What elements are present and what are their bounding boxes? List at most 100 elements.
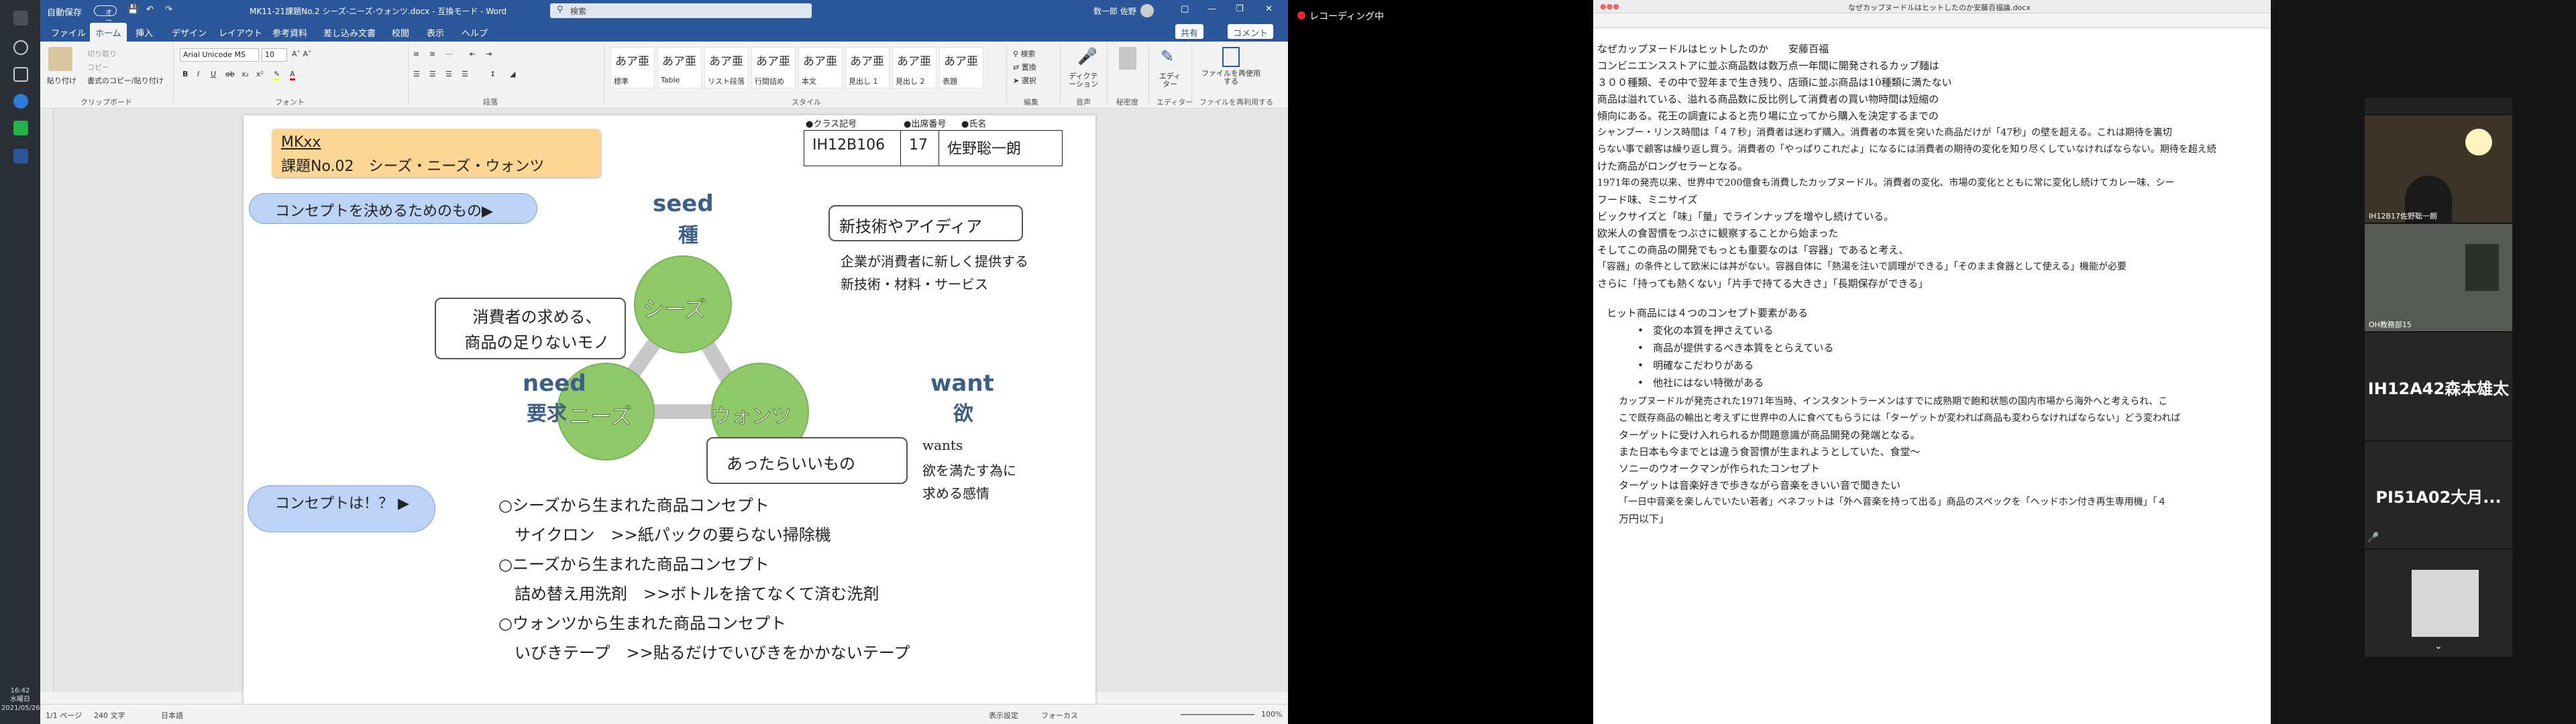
paste-button[interactable]: 貼り付け: [47, 75, 76, 86]
font-grow-icon[interactable]: A˄ A˅: [292, 50, 312, 58]
style-normal[interactable]: あア亜 標準: [610, 47, 655, 88]
align-left-icon[interactable]: ☰: [413, 70, 420, 78]
autosave-toggle[interactable]: オフ: [94, 5, 117, 27]
chevron-down-icon[interactable]: ⌄: [2434, 641, 2443, 652]
undo-icon[interactable]: ↶: [146, 5, 154, 15]
paste-icon[interactable]: [48, 47, 72, 71]
format-painter-button[interactable]: 書式のコピー/貼り付け: [87, 75, 164, 86]
need-kanji: 要求: [527, 402, 567, 426]
tab-file[interactable]: ファイル: [51, 26, 86, 39]
ribbon-display-icon[interactable]: □: [1181, 4, 1189, 14]
participant-tile-5[interactable]: ⌄: [2365, 550, 2512, 657]
doc2-line: そしてこの商品の開発でもっとも重要なのは「容器」であると考え、: [1597, 244, 1909, 256]
line-spacing-icon[interactable]: ↕: [490, 70, 496, 78]
redo-icon[interactable]: ↷: [165, 5, 172, 15]
style-title[interactable]: あア亜 表題: [939, 47, 983, 88]
share-button[interactable]: 共有: [1175, 24, 1204, 39]
maximize-icon[interactable]: ❐: [1236, 4, 1244, 14]
participant-tile-4[interactable]: PI51A02大月... 🎤: [2365, 441, 2512, 548]
microphone-icon[interactable]: 🎤: [1077, 47, 1097, 66]
participant-tile-2[interactable]: OH教務部15: [2365, 224, 2512, 331]
cut-button[interactable]: 切り取り: [87, 48, 117, 59]
style-no-spacing[interactable]: あア亜 行間詰め: [751, 47, 796, 88]
sensitivity-icon[interactable]: [1119, 47, 1136, 70]
user-name[interactable]: 数一郎 佐野: [1093, 5, 1136, 17]
focus-mode[interactable]: フォーカス: [1041, 710, 1078, 721]
select-button[interactable]: ➤ 選択: [1013, 75, 1036, 86]
superscript-icon[interactable]: x²: [256, 70, 264, 78]
participant-tile-3[interactable]: IH12A42森本雄太: [2365, 333, 2512, 440]
editor-icon[interactable]: ✎: [1161, 47, 1174, 66]
save-icon[interactable]: 💾: [127, 5, 138, 15]
seeds-desc-2: 新技術・材料・サービス: [841, 276, 988, 292]
tab-insert[interactable]: 挿入: [136, 26, 153, 39]
participant-tile-1[interactable]: IH12B17佐野聡一朗: [2365, 115, 2512, 223]
bold-icon[interactable]: B: [182, 70, 188, 78]
reuse-file-icon[interactable]: [1222, 47, 1240, 67]
justify-icon[interactable]: ☰: [462, 70, 468, 78]
task-view-icon[interactable]: [13, 67, 28, 82]
outdent-icon[interactable]: ⇥: [486, 50, 492, 58]
tab-home[interactable]: ホーム: [90, 23, 127, 42]
gallery-view-toolbar[interactable]: [2365, 98, 2512, 114]
search-box[interactable]: ⚲ 検索: [550, 3, 812, 18]
search-icon[interactable]: [13, 40, 28, 55]
tab-references[interactable]: 参考資料: [272, 26, 307, 39]
window-controls-icon[interactable]: ●●●: [1600, 2, 1619, 11]
start-icon[interactable]: [13, 11, 28, 25]
style-heading-2[interactable]: あア亜 見出し 2: [892, 47, 936, 88]
document-page[interactable]: MKxx 課題No.02 シーズ・ニーズ・ウォンツ ●クラス記号 ●出席番号 ●…: [244, 115, 1095, 705]
bullets-icon[interactable]: ≡: [413, 50, 419, 58]
doc2-para: ターゲットに受け入れられるか問題意識が商品開発の発端となる。: [1619, 429, 1921, 441]
zoom-slider[interactable]: [1181, 714, 1254, 715]
editor-button[interactable]: エディター: [1157, 72, 1183, 88]
multilevel-icon[interactable]: ⋯: [445, 50, 453, 58]
align-center-icon[interactable]: ☰: [429, 70, 436, 78]
underline-icon[interactable]: U: [211, 70, 216, 78]
style-list-paragraph[interactable]: あア亜 リスト段落: [704, 47, 749, 88]
close-icon[interactable]: ✕: [1265, 4, 1273, 14]
language[interactable]: 日本語: [161, 710, 183, 721]
reuse-file-button[interactable]: ファイルを再使用する: [1201, 70, 1261, 86]
minimize-icon[interactable]: —: [1208, 4, 1216, 14]
display-settings[interactable]: 表示設定: [989, 710, 1018, 721]
tab-layout[interactable]: レイアウト: [219, 26, 262, 39]
tab-design[interactable]: デザイン: [172, 26, 207, 39]
tab-view[interactable]: 表示: [427, 26, 444, 39]
wants-circle-label: ウォンツ: [711, 405, 792, 429]
line-app-icon[interactable]: [13, 121, 28, 135]
dictate-button[interactable]: ディクテーション: [1067, 72, 1100, 88]
tab-mailings[interactable]: 差し込み文書: [323, 26, 376, 39]
strikethrough-icon[interactable]: ab: [225, 70, 235, 78]
align-right-icon[interactable]: ☰: [445, 70, 452, 78]
replace-button[interactable]: ⇄ 置換: [1013, 62, 1036, 72]
avatar[interactable]: [1140, 4, 1154, 17]
tab-help[interactable]: ヘルプ: [462, 26, 488, 39]
style-body[interactable]: あア亜 本文: [798, 47, 843, 88]
page-count[interactable]: 1/1 ページ: [46, 710, 82, 721]
style-table[interactable]: あア亜 Table: [657, 47, 702, 88]
zoom-level[interactable]: 100%: [1261, 710, 1282, 719]
shading-icon[interactable]: ◢: [510, 70, 515, 78]
comment-button[interactable]: コメント: [1228, 24, 1274, 39]
tab-review[interactable]: 校閲: [392, 26, 409, 39]
name-cell[interactable]: 佐野聡一朗: [938, 130, 1063, 166]
font-color-icon[interactable]: A: [290, 70, 295, 80]
doc2-body[interactable]: なぜカップヌードルはヒットしたのか 安藤百福 コンビニエンスストアに並ぶ商品数は…: [1597, 42, 2268, 719]
word-app-icon[interactable]: [13, 149, 28, 164]
taskbar-clock[interactable]: 16:42 水曜日 2021/05/26: [1, 686, 40, 713]
class-cell[interactable]: IH12B106: [804, 130, 901, 166]
find-button[interactable]: ⚲ 検索: [1013, 48, 1036, 59]
number-cell[interactable]: 17: [900, 130, 939, 166]
style-heading-1[interactable]: あア亜 見出し 1: [845, 47, 890, 88]
font-name-select[interactable]: Arial Unicode MS: [180, 48, 259, 62]
indent-icon[interactable]: ⇤: [470, 50, 476, 58]
copy-button[interactable]: コピー: [87, 62, 109, 72]
word-count[interactable]: 240 文字: [94, 710, 125, 721]
edge-icon[interactable]: [13, 94, 28, 109]
numbering-icon[interactable]: ≋: [429, 50, 435, 58]
subscript-icon[interactable]: x₂: [241, 70, 249, 78]
font-size-select[interactable]: 10: [262, 48, 287, 62]
highlight-icon[interactable]: ✎: [274, 70, 280, 80]
italic-icon[interactable]: I: [197, 70, 199, 78]
